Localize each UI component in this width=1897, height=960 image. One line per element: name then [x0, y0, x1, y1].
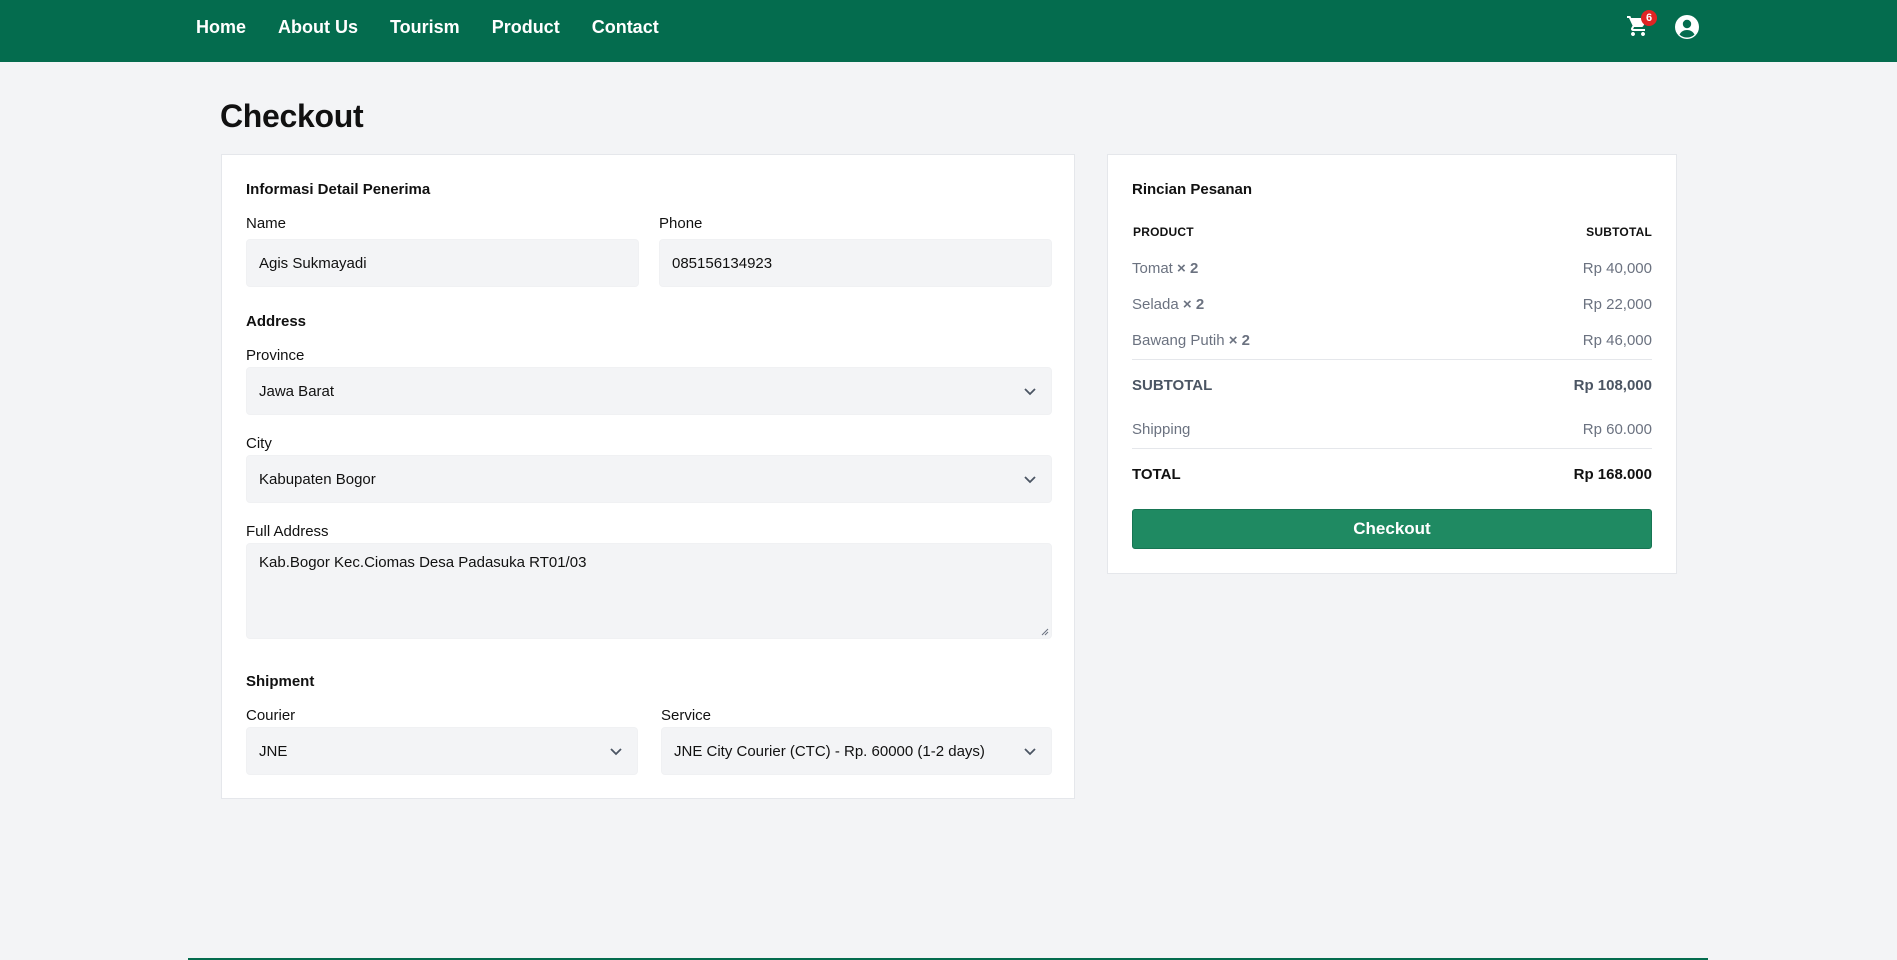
cart-button[interactable]: 6 [1626, 10, 1657, 40]
nav-link-about-us[interactable]: About Us [278, 17, 358, 38]
phone-input-value: 085156134923 [672, 254, 773, 272]
province-select-value: Jawa Barat [259, 382, 335, 400]
user-circle-icon [1675, 15, 1699, 39]
courier-label: Courier [246, 707, 296, 724]
item-price: Rp 40,000 [1582, 260, 1652, 277]
courier-select-value: JNE [259, 742, 288, 760]
nav-link-tourism[interactable]: Tourism [390, 17, 460, 38]
summary-divider [1132, 448, 1652, 449]
full-address-textarea[interactable]: Kab.Bogor Kec.Ciomas Desa Padasuka RT01/… [246, 543, 1052, 639]
phone-input[interactable]: 085156134923 [659, 239, 1052, 287]
chevron-down-icon [1024, 388, 1036, 396]
shipment-section-title: Shipment [246, 673, 315, 690]
courier-select[interactable]: JNE [246, 727, 638, 775]
order-summary-card: Rincian Pesanan PRODUCT SUBTOTAL Tomat ×… [1107, 154, 1677, 574]
recipient-form-card: Informasi Detail Penerima Name Agis Sukm… [221, 154, 1075, 799]
nav-links: Home About Us Tourism Product Contact [196, 0, 659, 55]
order-item-row: Selada × 2 Rp 22,000 [1132, 296, 1652, 313]
item-name: Selada [1132, 296, 1179, 313]
total-value: Rp 168.000 [1573, 466, 1652, 483]
service-select-value: JNE City Courier (CTC) - Rp. 60000 (1-2 … [674, 742, 985, 760]
subtotal-label: SUBTOTAL [1132, 377, 1213, 394]
chevron-down-icon [1024, 748, 1036, 756]
summary-divider [1132, 359, 1652, 360]
cart-count-badge: 6 [1641, 10, 1657, 26]
item-qty: × 2 [1177, 260, 1199, 277]
name-input-value: Agis Sukmayadi [259, 254, 367, 272]
service-select[interactable]: JNE City Courier (CTC) - Rp. 60000 (1-2 … [661, 727, 1052, 775]
total-row: TOTAL Rp 168.000 [1132, 466, 1652, 483]
subtotal-column-header: SUBTOTAL [1586, 225, 1652, 239]
summary-title: Rincian Pesanan [1132, 181, 1253, 198]
province-label: Province [246, 347, 305, 364]
service-label: Service [661, 707, 712, 724]
user-account-button[interactable] [1674, 14, 1700, 40]
city-select[interactable]: Kabupaten Bogor [246, 455, 1052, 503]
top-navbar: Home About Us Tourism Product Contact 6 [0, 0, 1897, 62]
address-section-title: Address [246, 313, 307, 330]
subtotal-value: Rp 108,000 [1573, 377, 1652, 394]
nav-link-product[interactable]: Product [492, 17, 560, 38]
order-item-row: Bawang Putih × 2 Rp 46,000 [1132, 332, 1652, 349]
full-address-value: Kab.Bogor Kec.Ciomas Desa Padasuka RT01/… [259, 554, 587, 571]
chevron-down-icon [1024, 476, 1036, 484]
subtotal-row: SUBTOTAL Rp 108,000 [1132, 377, 1652, 394]
full-address-label: Full Address [246, 523, 329, 540]
nav-link-home[interactable]: Home [196, 17, 246, 38]
item-qty: × 2 [1182, 296, 1205, 313]
product-column-header: PRODUCT [1133, 225, 1194, 239]
item-price: Rp 46,000 [1582, 332, 1652, 349]
shipping-label: Shipping [1132, 421, 1191, 438]
total-label: TOTAL [1132, 466, 1181, 483]
name-input[interactable]: Agis Sukmayadi [246, 239, 639, 287]
city-label: City [246, 435, 272, 452]
item-qty: × 2 [1228, 332, 1251, 349]
nav-link-contact[interactable]: Contact [592, 17, 659, 38]
province-select[interactable]: Jawa Barat [246, 367, 1052, 415]
order-item-row: Tomat × 2 Rp 40,000 [1132, 260, 1652, 277]
shipping-value: Rp 60.000 [1582, 421, 1652, 438]
phone-label: Phone [659, 215, 703, 232]
chevron-down-icon [610, 748, 622, 756]
checkout-button[interactable]: Checkout [1132, 509, 1652, 549]
item-price: Rp 22,000 [1582, 296, 1652, 313]
recipient-section-title: Informasi Detail Penerima [246, 181, 431, 198]
item-name: Bawang Putih [1132, 332, 1225, 349]
page-title: Checkout [220, 98, 364, 134]
item-name: Tomat [1132, 260, 1173, 277]
shipping-row: Shipping Rp 60.000 [1132, 421, 1652, 438]
resize-handle-icon[interactable] [1041, 628, 1049, 636]
name-label: Name [246, 215, 287, 232]
city-select-value: Kabupaten Bogor [259, 470, 376, 488]
